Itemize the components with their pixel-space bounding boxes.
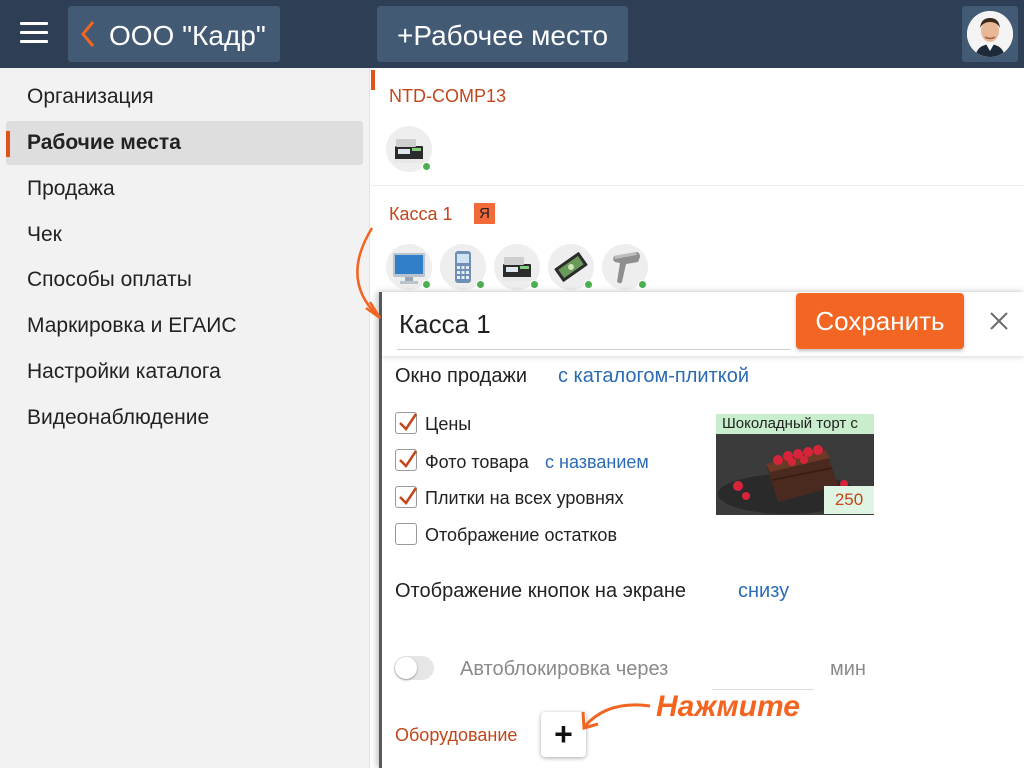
checkmark-icon [399,413,418,431]
checkmark-icon [399,450,418,468]
cash-register-icon[interactable] [494,244,540,290]
sale-window-select[interactable]: с каталогом-плиткой [558,365,749,388]
add-workplace-label: +Рабочее место [397,20,609,51]
sale-window-label: Окно продажи [395,365,528,387]
cash-register-icon[interactable] [386,126,432,172]
menu-icon[interactable] [20,22,48,44]
sidebar-item-sale[interactable]: Продажа [6,167,363,211]
add-equipment-button[interactable]: + [541,712,586,757]
sidebar-item-catalog-settings[interactable]: Настройки каталога [6,350,363,394]
photo-mode-select[interactable]: с названием [545,452,649,473]
current-device-badge: Я [474,203,495,224]
sidebar-item-marking-egais[interactable]: Маркировка и ЕГАИС [6,304,363,348]
buttons-display-label: Отображение кнопок на экране [395,580,686,602]
autolock-unit: мин [830,658,866,680]
buttons-display-select[interactable]: снизу [738,580,789,603]
tile-price: 250 [824,486,874,514]
autolock-toggle[interactable] [394,656,434,680]
organization-name: ООО "Кадр" [109,20,266,51]
prices-label: Цены [425,414,472,434]
equipment-label: Оборудование [395,725,518,745]
close-icon[interactable] [986,308,1012,334]
divider [371,185,1024,186]
tile-title: Шоколадный торт с [716,414,874,434]
tile-preview: Шоколадный торт с 250 [716,414,874,515]
chevron-left-icon [81,21,95,47]
show-stock-checkbox[interactable] [395,523,417,545]
sidebar-item-receipt[interactable]: Чек [6,213,363,257]
selected-workplace-marker [371,70,375,90]
sidebar-item-organization[interactable]: Организация [6,75,363,119]
status-online-indicator [530,280,539,289]
cash-drawer-icon[interactable] [548,244,594,290]
tiles-all-levels-checkbox[interactable] [395,486,418,508]
status-online-indicator [422,162,431,171]
autolock-label: Автоблокировка через [460,658,669,680]
save-button[interactable]: Сохранить [796,293,964,349]
panel-header: Сохранить [382,292,1024,356]
status-online-indicator [584,280,593,289]
autolock-minutes-input[interactable] [712,650,814,690]
card-terminal-icon[interactable] [440,244,486,290]
sidebar-item-payment-methods[interactable]: Способы оплаты [6,258,363,302]
status-online-indicator [476,280,485,289]
user-profile-button[interactable] [962,6,1018,62]
workplace-title[interactable]: Касса 1 [389,204,453,225]
avatar [967,11,1013,57]
toggle-knob [395,657,417,679]
barcode-scanner-icon[interactable] [602,244,648,290]
active-item-marker [6,131,10,157]
workplace-title[interactable]: NTD-COMP13 [389,86,506,107]
back-to-organization-button[interactable]: ООО "Кадр" [68,6,280,62]
status-online-indicator [638,280,647,289]
sidebar-item-workplaces[interactable]: Рабочие места [6,121,363,165]
product-photo-label: Фото товара [425,452,529,472]
prices-checkbox[interactable] [395,412,418,434]
tiles-all-levels-label: Плитки на всех уровнях [425,488,624,508]
show-stock-label: Отображение остатков [425,525,618,545]
workplace-name-input[interactable] [397,300,790,350]
hint-label: Нажмите [656,690,800,723]
product-photo-checkbox[interactable] [395,449,418,471]
top-bar: ООО "Кадр" +Рабочее место [0,0,1024,68]
status-online-indicator [422,280,431,289]
monitor-icon[interactable] [386,244,432,290]
add-workplace-button[interactable]: +Рабочее место [377,6,628,62]
sidebar-item-video-surveillance[interactable]: Видеонаблюдение [6,396,363,440]
checkmark-icon [399,487,418,505]
plus-icon: + [554,716,573,752]
